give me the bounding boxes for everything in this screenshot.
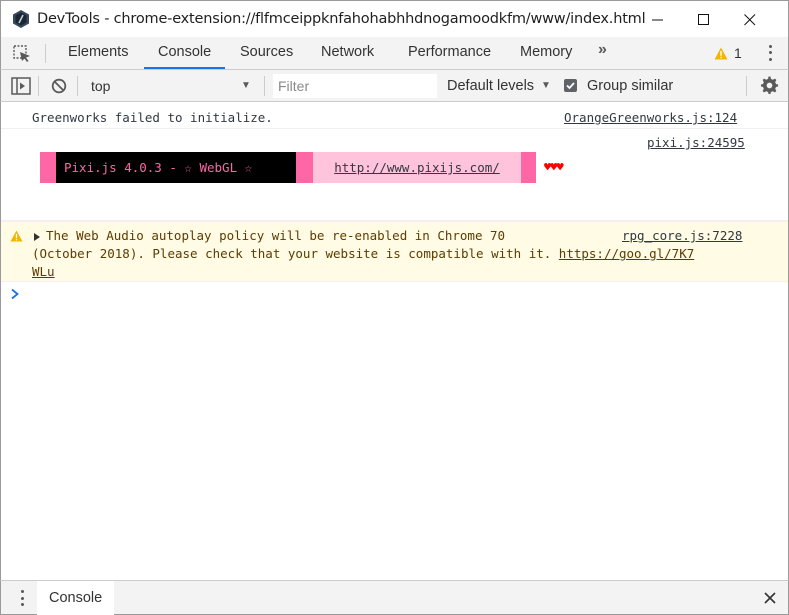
sidebar-toggle-icon[interactable] <box>11 77 31 95</box>
source-link[interactable]: rpg_core.js:7228 <box>622 228 742 243</box>
gear-icon[interactable] <box>760 76 779 95</box>
warning-icon <box>714 47 728 59</box>
tab-sources[interactable]: Sources <box>240 37 293 69</box>
console-message: Greenworks failed to initialize. OrangeG… <box>1 102 788 129</box>
warning-count: 1 <box>734 45 742 61</box>
inspect-element-icon[interactable] <box>11 43 33 63</box>
warning-text-line2: (October 2018). Please check that your w… <box>32 246 695 261</box>
tab-network[interactable]: Network <box>321 37 374 69</box>
pixi-banner-edge <box>296 152 313 183</box>
tab-elements[interactable]: Elements <box>68 37 128 69</box>
drawer-menu-button[interactable] <box>20 590 24 606</box>
title-bar: DevTools - chrome-extension://flfmceippk… <box>0 0 789 37</box>
close-icon <box>744 13 756 25</box>
hearts-text: ♥♥♥ <box>544 160 564 174</box>
devtools-app-icon <box>13 10 29 28</box>
source-link[interactable]: pixi.js:24595 <box>647 135 745 150</box>
pixi-banner-edge <box>521 152 536 183</box>
log-levels-dropdown[interactable]: Default levels <box>447 70 534 101</box>
warning-link-continued[interactable]: WLu <box>32 264 55 279</box>
minimize-button[interactable] <box>635 1 681 38</box>
tab-memory[interactable]: Memory <box>520 37 572 69</box>
maximize-icon <box>698 13 709 25</box>
tab-performance[interactable]: Performance <box>408 37 491 69</box>
expand-triangle-icon[interactable] <box>34 233 40 241</box>
panel-tab-bar: Elements Console Sources Network Perform… <box>0 37 789 70</box>
more-tabs-button[interactable]: » <box>598 41 607 59</box>
tab-console[interactable]: Console <box>144 37 226 69</box>
console-toolbar: top ▼ Default levels ▼ Group similar <box>0 70 789 102</box>
toolbar-divider <box>77 76 78 96</box>
pixi-link[interactable]: http://www.pixijs.com/ <box>334 160 500 175</box>
pixi-banner: Pixi.js 4.0.3 - ☆ WebGL ☆ <box>56 152 296 183</box>
checkmark-icon <box>566 82 575 90</box>
maximize-button[interactable] <box>681 1 727 38</box>
warning-text-line1: The Web Audio autoplay policy will be re… <box>46 228 506 243</box>
clear-console-icon[interactable] <box>51 78 67 94</box>
chevron-down-icon[interactable]: ▼ <box>541 70 551 101</box>
console-warning: The Web Audio autoplay policy will be re… <box>1 221 788 282</box>
toolbar-divider <box>45 44 46 63</box>
minimize-icon <box>652 19 663 20</box>
toolbar-divider <box>38 76 39 96</box>
warning-counter[interactable]: 1 <box>714 43 742 63</box>
customize-menu-button[interactable] <box>764 43 776 63</box>
group-similar-checkbox[interactable] <box>564 79 577 92</box>
console-message: pixi.js:24595 Pixi.js 4.0.3 - ☆ WebGL ☆ … <box>1 129 788 221</box>
pixi-link-box: http://www.pixijs.com/ <box>313 152 521 183</box>
pixi-banner-edge <box>40 152 56 183</box>
filter-input[interactable] <box>273 74 437 98</box>
window-title: DevTools - chrome-extension://flfmceippk… <box>37 11 646 27</box>
group-similar-label[interactable]: Group similar <box>587 70 673 101</box>
warning-link[interactable]: https://goo.gl/7K7 <box>559 246 694 261</box>
drawer-tab-console[interactable]: Console <box>37 581 115 615</box>
toolbar-divider <box>264 76 265 96</box>
source-link[interactable]: OrangeGreenworks.js:124 <box>564 110 737 125</box>
console-prompt-icon[interactable] <box>10 288 20 300</box>
pixi-banner-text: Pixi.js 4.0.3 - ☆ WebGL ☆ <box>64 160 253 175</box>
console-messages: Greenworks failed to initialize. OrangeG… <box>0 102 789 580</box>
close-icon[interactable] <box>763 591 777 605</box>
chevron-down-icon[interactable]: ▼ <box>241 70 251 101</box>
toolbar-divider <box>746 76 747 96</box>
message-text: Greenworks failed to initialize. <box>32 110 273 125</box>
close-window-button[interactable] <box>727 1 773 38</box>
drawer-bar: Console <box>0 580 789 615</box>
context-selector[interactable]: top <box>91 70 110 101</box>
warning-icon <box>10 230 23 242</box>
